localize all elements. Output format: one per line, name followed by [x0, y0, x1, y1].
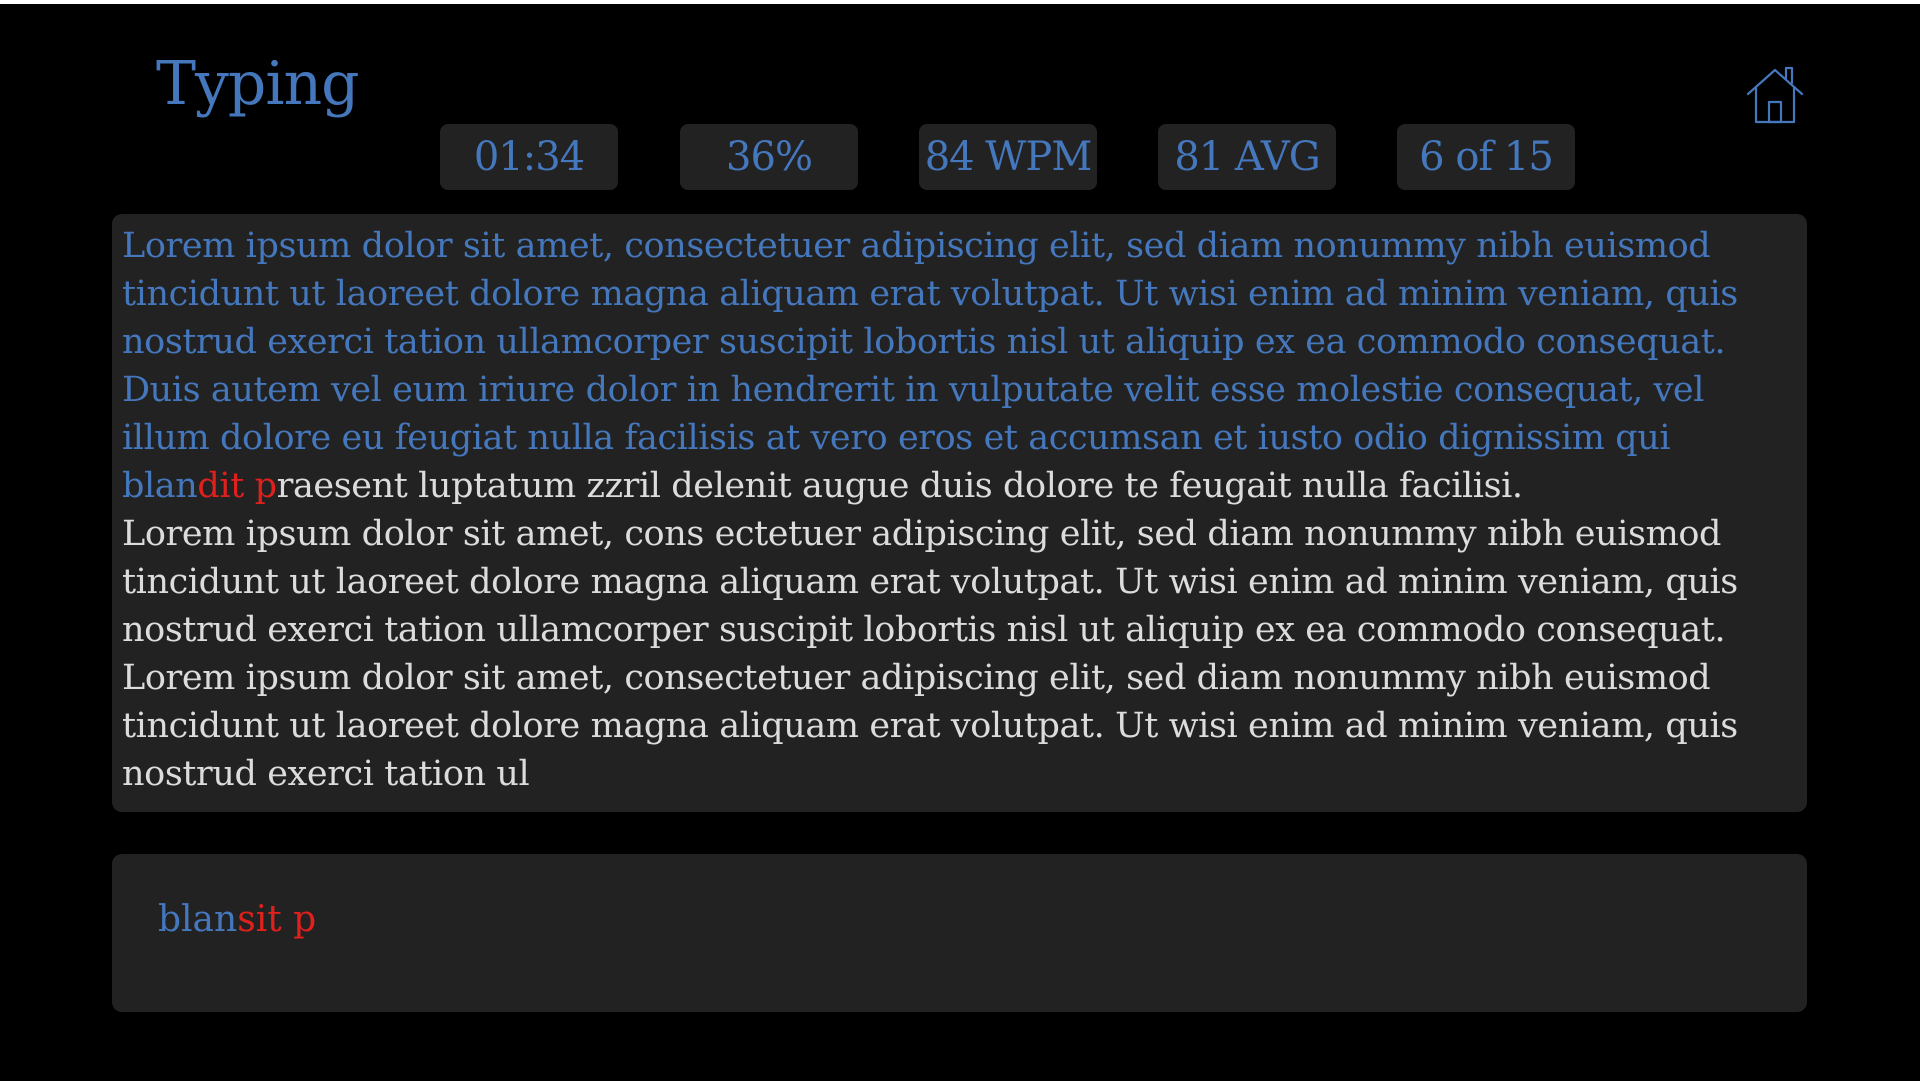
error-text: dit p [197, 466, 277, 506]
timer-display: 01:34 [440, 124, 618, 190]
input-text: blansit p [158, 896, 1761, 944]
wpm-display: 84 WPM [919, 124, 1097, 190]
input-incorrect-text: sit p [237, 899, 317, 940]
progress-display: 36% [680, 124, 858, 190]
top-border [0, 0, 1920, 4]
average-display: 81 AVG [1158, 124, 1336, 190]
typing-input[interactable]: blansit p [112, 854, 1807, 1012]
page-counter: 6 of 15 [1397, 124, 1575, 190]
remaining-text: raesent luptatum zzril delenit augue dui… [276, 466, 1523, 506]
passage-panel: Lorem ipsum dolor sit amet, consectetuer… [112, 214, 1807, 812]
passage-paragraph: Lorem ipsum dolor sit amet, consectetuer… [122, 222, 1797, 510]
typed-text: Lorem ipsum dolor sit amet, consectetuer… [122, 226, 1738, 506]
passage-text: Lorem ipsum dolor sit amet, consectetuer… [122, 222, 1797, 798]
passage-paragraph: Lorem ipsum dolor sit amet, cons ectetue… [122, 514, 1738, 650]
home-button[interactable] [1744, 64, 1806, 126]
passage-paragraph: Lorem ipsum dolor sit amet, consectetuer… [122, 658, 1738, 794]
app-title: Typing [156, 49, 360, 119]
home-icon [1746, 66, 1804, 124]
input-correct-text: blan [158, 899, 238, 940]
